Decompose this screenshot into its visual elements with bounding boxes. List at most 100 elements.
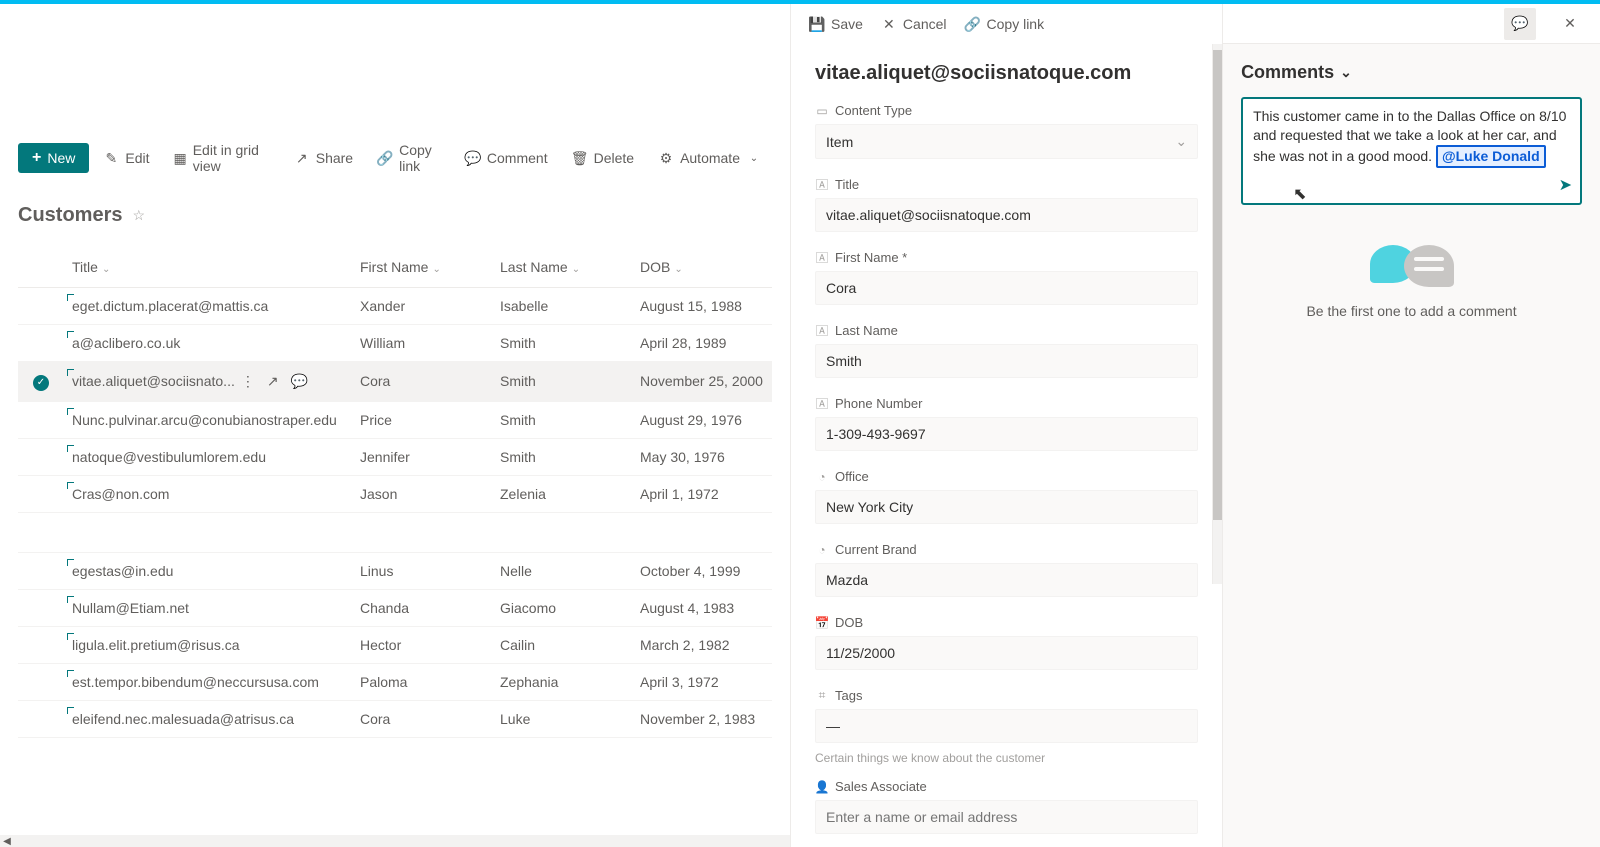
office-input[interactable]: New York City [815, 490, 1198, 524]
table-header-row: Title⌄ First Name⌄ Last Name⌄ DOB⌄ [18, 247, 772, 288]
col-title[interactable]: Title⌄ [64, 247, 352, 288]
row-last-name: Zelenia [492, 475, 632, 512]
row-title[interactable]: Nullam@Etiam.net [72, 600, 189, 616]
share-row-icon[interactable]: ↗ [267, 373, 279, 390]
selected-check-icon[interactable]: ✓ [33, 375, 49, 391]
table-row[interactable]: a@aclibero.co.ukWilliamSmithApril 28, 19… [18, 325, 772, 362]
edit-button[interactable]: ✎Edit [93, 144, 159, 172]
chevron-down-icon: ⌄ [102, 264, 110, 275]
table-row[interactable]: eleifend.nec.malesuada@atrisus.ca CoraLuk… [18, 700, 772, 737]
comments-header[interactable]: Comments ⌄ [1241, 62, 1582, 83]
automate-button[interactable]: ⚙Automate⌄ [648, 144, 772, 172]
assoc-label: Sales Associate [835, 779, 927, 794]
copy-link-button[interactable]: 🔗Copy link [367, 136, 451, 180]
detail-copy-link-button[interactable]: 🔗Copy link [965, 16, 1045, 32]
table-row[interactable]: ligula.elit.pretium@risus.caHectorCailin… [18, 626, 772, 663]
row-title[interactable]: eget.dictum.placerat@mattis.ca [72, 298, 268, 314]
favorite-star-icon[interactable]: ☆ [132, 207, 145, 224]
chevron-down-icon: ⌄ [432, 264, 440, 275]
row-title[interactable]: Nunc.pulvinar.arcu@conubianostraper.edu [72, 412, 337, 428]
row-first-name: Jennifer [352, 438, 492, 475]
edit-grid-button[interactable]: ▦Edit in grid view [163, 136, 279, 180]
delete-button[interactable]: 🗑Delete [562, 144, 644, 172]
mention-pill[interactable]: @Luke Donald [1436, 145, 1546, 168]
sales-associate-input[interactable] [815, 800, 1198, 834]
row-first-name: William [352, 325, 492, 362]
more-icon[interactable]: ⋮ [241, 373, 255, 390]
share-button[interactable]: ↗Share [284, 144, 363, 172]
row-last-name: Nelle [492, 552, 632, 589]
table-row[interactable]: ✓vitae.aliquet@sociisnato...⋮↗💬CoraSmith… [18, 362, 772, 402]
comment-row-icon[interactable]: 💬 [291, 373, 308, 390]
scroll-left-icon[interactable]: ◀ [0, 836, 14, 847]
row-dob: August 29, 1976 [632, 401, 772, 438]
tags-input[interactable]: — [815, 709, 1198, 743]
title-label: Title [835, 177, 859, 192]
close-icon: ✕ [881, 16, 897, 32]
new-button[interactable]: + New [18, 143, 89, 173]
table-row[interactable]: egestas@in.edu LinusNelleOctober 4, 1999 [18, 552, 772, 589]
col-last-name[interactable]: Last Name⌄ [492, 247, 632, 288]
row-title[interactable]: est.tempor.bibendum@neccursusa.com [72, 674, 319, 690]
comment-button[interactable]: 💬Comment [455, 144, 558, 172]
first-name-input[interactable]: Cora [815, 271, 1198, 305]
text-icon: 🄰 [815, 324, 829, 338]
row-title[interactable]: Cras@non.com [72, 486, 169, 502]
row-title[interactable]: a@aclibero.co.uk [72, 335, 180, 351]
row-dob: October 4, 1999 [632, 552, 772, 589]
row-first-name: Linus [352, 552, 492, 589]
row-first-name: Price [352, 401, 492, 438]
row-dob: March 2, 1982 [632, 626, 772, 663]
chevron-down-icon: ⌄ [572, 264, 580, 275]
text-icon: 🄰 [815, 397, 829, 411]
comment-textarea[interactable]: This customer came in to the Dallas Offi… [1241, 97, 1582, 205]
toggle-comments-icon[interactable]: 💬 [1504, 8, 1536, 40]
title-input[interactable]: vitae.aliquet@sociisnatoque.com [815, 198, 1198, 232]
comments-panel: 💬 ✕ Comments ⌄ This customer came in to … [1222, 4, 1600, 847]
save-button[interactable]: 💾Save [809, 16, 863, 32]
row-title[interactable]: egestas@in.edu [72, 563, 173, 579]
row-title[interactable]: eleifend.nec.malesuada@atrisus.ca [72, 711, 294, 727]
last-name-input[interactable]: Smith [815, 344, 1198, 378]
row-dob: May 30, 1976 [632, 438, 772, 475]
row-title[interactable]: ligula.elit.pretium@risus.ca [72, 637, 240, 653]
row-first-name: Chanda [352, 589, 492, 626]
send-comment-button[interactable]: ➤ [1559, 175, 1572, 197]
brand-input[interactable]: Mazda [815, 563, 1198, 597]
row-last-name: Zephania [492, 663, 632, 700]
content-type-select[interactable]: Item⌄ [815, 124, 1198, 159]
phone-input[interactable]: 1-309-493-9697 [815, 417, 1198, 451]
row-first-name: Cora [352, 700, 492, 737]
link-icon: 🔗 [965, 16, 981, 32]
row-last-name: Smith [492, 362, 632, 402]
table-row[interactable]: eget.dictum.placerat@mattis.caXanderIsab… [18, 288, 772, 325]
row-last-name: Isabelle [492, 288, 632, 325]
choice-icon: ◔ [815, 470, 829, 484]
dob-input[interactable]: 11/25/2000 [815, 636, 1198, 670]
chevron-down-icon: ⌄ [746, 150, 762, 166]
table-row[interactable]: natoque@vestibulumlorem.eduJenniferSmith… [18, 438, 772, 475]
horizontal-scrollbar[interactable]: ◀ [0, 835, 790, 847]
table-row[interactable]: Nullam@Etiam.netChandaGiacomoAugust 4, 1… [18, 589, 772, 626]
chevron-down-icon: ⌄ [1175, 133, 1187, 150]
choice-icon: ◔ [815, 543, 829, 557]
table-row[interactable]: est.tempor.bibendum@neccursusa.comPaloma… [18, 663, 772, 700]
scroll-thumb[interactable] [1213, 50, 1222, 520]
row-title[interactable]: vitae.aliquet@sociisnato... [72, 373, 235, 389]
customers-table: Title⌄ First Name⌄ Last Name⌄ DOB⌄ eget.… [18, 247, 772, 738]
list-toolbar: + New ✎Edit ▦Edit in grid view ↗Share 🔗C… [18, 136, 772, 180]
flow-icon: ⚙ [658, 150, 674, 166]
detail-scrollbar[interactable] [1212, 44, 1222, 584]
table-row[interactable]: Cras@non.comJasonZeleniaApril 1, 1972 [18, 475, 772, 512]
cancel-button[interactable]: ✕Cancel [881, 16, 947, 32]
row-last-name: Smith [492, 325, 632, 362]
tags-label: Tags [835, 688, 862, 703]
table-row[interactable]: Nunc.pulvinar.arcu@conubianostraper.edu P… [18, 401, 772, 438]
col-dob[interactable]: DOB⌄ [632, 247, 772, 288]
close-panel-button[interactable]: ✕ [1554, 8, 1586, 40]
comment-icon: 💬 [465, 150, 481, 166]
row-title[interactable]: natoque@vestibulumlorem.edu [72, 449, 266, 465]
row-last-name: Luke [492, 700, 632, 737]
brand-label: Current Brand [835, 542, 917, 557]
col-first-name[interactable]: First Name⌄ [352, 247, 492, 288]
